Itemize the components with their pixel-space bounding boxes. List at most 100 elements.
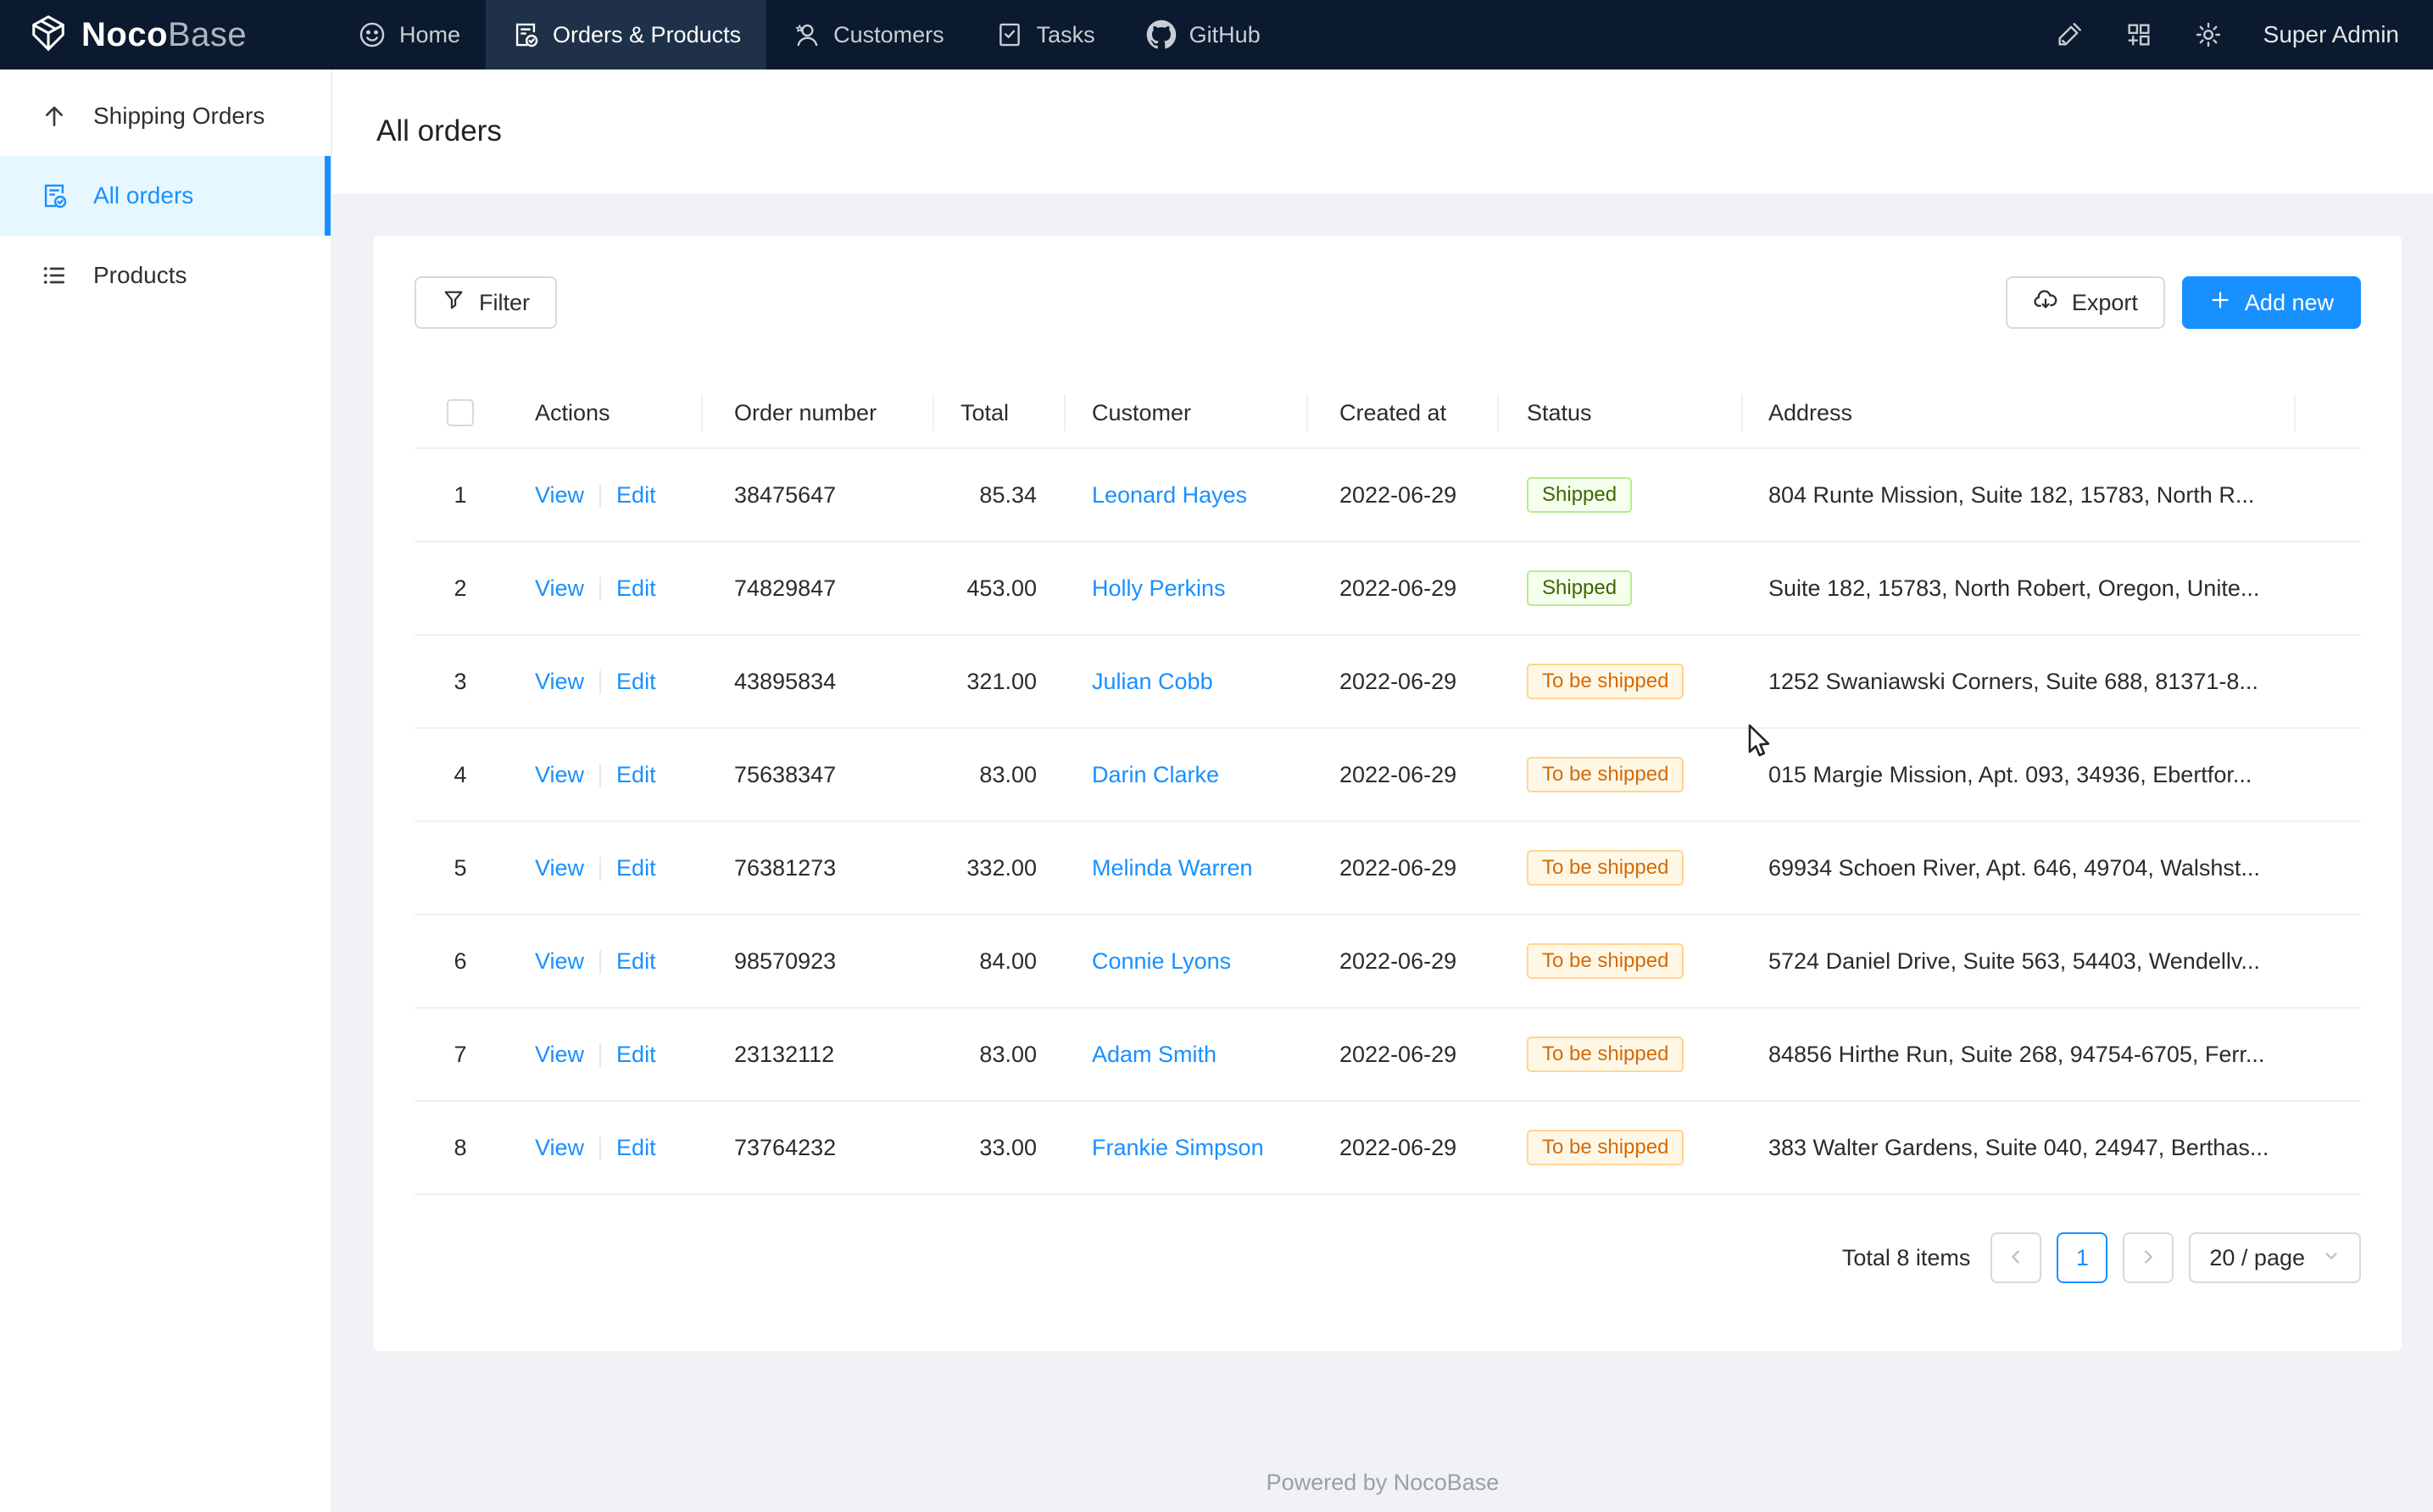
nav-tab-home[interactable]: Home <box>332 0 486 69</box>
customer-cell: Leonard Hayes <box>1064 482 1306 509</box>
order-number-cell: 76381273 <box>701 855 933 881</box>
column-header-actions: Actions <box>506 377 701 448</box>
plus-icon <box>2209 289 2231 317</box>
view-link[interactable]: View <box>535 575 584 601</box>
created-at-cell: 2022-06-29 <box>1306 669 1497 695</box>
order-number-cell: 43895834 <box>701 669 933 695</box>
table-body: 1 ViewEdit 38475647 85.34 Leonard Hayes … <box>415 449 2361 1195</box>
sidebar-item-shipping-orders[interactable]: Shipping Orders <box>0 76 331 156</box>
customer-cell: Darin Clarke <box>1064 762 1306 788</box>
nav-tab-label: GitHub <box>1189 22 1261 48</box>
status-cell: Shipped <box>1497 477 1741 513</box>
edit-link[interactable]: Edit <box>616 482 656 508</box>
nav-tab-github[interactable]: GitHub <box>1121 0 1286 69</box>
view-link[interactable]: View <box>535 482 584 508</box>
row-index: 6 <box>415 948 506 975</box>
order-number-cell: 73764232 <box>701 1135 933 1161</box>
filter-button[interactable]: Filter <box>415 276 557 329</box>
customer-link[interactable]: Connie Lyons <box>1092 948 1231 974</box>
status-badge: To be shipped <box>1527 1130 1684 1165</box>
add-new-button[interactable]: Add new <box>2182 276 2361 329</box>
row-index: 3 <box>415 669 506 695</box>
address-cell: Suite 182, 15783, North Robert, Oregon, … <box>1741 575 2294 602</box>
address-cell: 69934 Schoen River, Apt. 646, 49704, Wal… <box>1741 855 2294 881</box>
status-badge: To be shipped <box>1527 1037 1684 1072</box>
sidebar: Shipping Orders All orders Products <box>0 69 332 1512</box>
order-number-cell: 98570923 <box>701 948 933 975</box>
customer-link[interactable]: Leonard Hayes <box>1092 482 1247 508</box>
total-cell: 332.00 <box>933 855 1064 881</box>
edit-link[interactable]: Edit <box>616 948 656 974</box>
sidebar-item-label: Shipping Orders <box>93 103 264 130</box>
address-cell: 383 Walter Gardens, Suite 040, 24947, Be… <box>1741 1135 2294 1161</box>
customer-link[interactable]: Darin Clarke <box>1092 762 1219 787</box>
plugin-blocks-icon[interactable] <box>2124 20 2153 49</box>
edit-link[interactable]: Edit <box>616 762 656 787</box>
row-actions: View Edit <box>506 575 701 602</box>
filter-button-label: Filter <box>479 290 530 316</box>
nav-tab-tasks[interactable]: Tasks <box>970 0 1121 69</box>
user-icon <box>792 20 821 49</box>
nav-tab-orders-products[interactable]: Orders & Products <box>486 0 766 69</box>
footer-text: Powered by NocoBase <box>332 1470 2433 1496</box>
customer-cell: Adam Smith <box>1064 1042 1306 1068</box>
table-toolbar: Filter Export <box>415 276 2361 329</box>
nocobase-cube-icon <box>29 14 68 57</box>
created-at-cell: 2022-06-29 <box>1306 1135 1497 1161</box>
row-index: 5 <box>415 855 506 881</box>
ui-editor-pen-icon[interactable] <box>2055 20 2084 49</box>
view-link[interactable]: View <box>535 948 584 974</box>
content-area: Filter Export <box>332 193 2433 1512</box>
order-number-cell: 38475647 <box>701 482 933 509</box>
edit-link[interactable]: Edit <box>616 575 656 601</box>
created-at-cell: 2022-06-29 <box>1306 948 1497 975</box>
nav-tab-label: Customers <box>833 22 944 48</box>
row-index: 4 <box>415 762 506 788</box>
status-badge: Shipped <box>1527 570 1632 606</box>
customer-link[interactable]: Holly Perkins <box>1092 575 1226 601</box>
pagination-next-button[interactable] <box>2123 1232 2174 1283</box>
customer-link[interactable]: Frankie Simpson <box>1092 1135 1264 1160</box>
row-actions: View Edit <box>506 669 701 695</box>
customer-link[interactable]: Julian Cobb <box>1092 669 1213 694</box>
nav-tab-customers[interactable]: Customers <box>766 0 970 69</box>
view-link[interactable]: View <box>535 855 584 881</box>
edit-link[interactable]: Edit <box>616 669 656 694</box>
row-index: 8 <box>415 1135 506 1161</box>
table-row: 6 ViewEdit 98570923 84.00 Connie Lyons 2… <box>415 915 2361 1009</box>
export-button[interactable]: Export <box>2006 276 2165 329</box>
nav-tabs: Home Orders & Products Cust <box>332 0 1286 69</box>
status-badge: Shipped <box>1527 477 1632 513</box>
table-row: 1 ViewEdit 38475647 85.34 Leonard Hayes … <box>415 449 2361 542</box>
pagination-prev-button[interactable] <box>1990 1232 2041 1283</box>
view-link[interactable]: View <box>535 669 584 694</box>
total-cell: 453.00 <box>933 575 1064 602</box>
table-row: 3 ViewEdit 43895834 321.00 Julian Cobb 2… <box>415 636 2361 729</box>
customer-link[interactable]: Melinda Warren <box>1092 855 1253 881</box>
edit-link[interactable]: Edit <box>616 855 656 881</box>
user-menu[interactable]: Super Admin <box>2263 21 2399 48</box>
address-cell: 1252 Swaniawski Corners, Suite 688, 8137… <box>1741 669 2294 695</box>
view-link[interactable]: View <box>535 1042 584 1067</box>
list-icon <box>39 262 70 289</box>
edit-link[interactable]: Edit <box>616 1135 656 1160</box>
sidebar-item-products[interactable]: Products <box>0 236 331 315</box>
sidebar-item-all-orders[interactable]: All orders <box>0 156 331 236</box>
order-document-icon <box>39 181 70 210</box>
select-all-checkbox[interactable] <box>447 399 474 426</box>
nocobase-logo[interactable]: NocoBase <box>0 0 332 69</box>
view-link[interactable]: View <box>535 762 584 787</box>
settings-gear-icon[interactable] <box>2194 20 2223 49</box>
pagination-page-1[interactable]: 1 <box>2057 1232 2107 1283</box>
view-link[interactable]: View <box>535 1135 584 1160</box>
pagination: Total 8 items 1 20 / page <box>415 1232 2361 1283</box>
customer-link[interactable]: Adam Smith <box>1092 1042 1216 1067</box>
table-row: 7 ViewEdit 23132112 83.00 Adam Smith 202… <box>415 1009 2361 1102</box>
page-size-select[interactable]: 20 / page <box>2189 1232 2361 1283</box>
row-actions: View Edit <box>506 762 701 788</box>
address-cell: 84856 Hirthe Run, Suite 268, 94754-6705,… <box>1741 1042 2294 1068</box>
status-cell: To be shipped <box>1497 850 1741 886</box>
edit-link[interactable]: Edit <box>616 1042 656 1067</box>
table-header-row: Actions Order number Total Customer Crea… <box>415 378 2361 449</box>
action-separator <box>599 1137 601 1160</box>
